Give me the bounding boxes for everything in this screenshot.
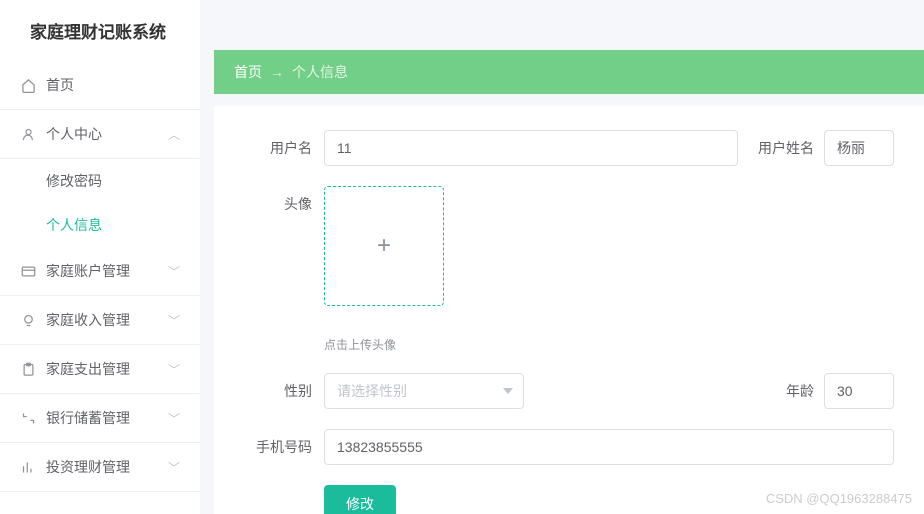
chevron-up-icon: ︿ bbox=[168, 126, 180, 143]
avatar-hint: 点击上传头像 bbox=[324, 336, 396, 353]
chevron-down-icon: ﹀ bbox=[168, 312, 180, 329]
breadcrumb-home[interactable]: 首页 bbox=[234, 62, 262, 82]
avatar-label: 头像 bbox=[244, 186, 324, 214]
watermark: CSDN @QQ1963288475 bbox=[766, 491, 912, 506]
sidebar-menu: 首页 个人中心 ︿ 修改密码 个人信息 家庭账户管理 ﹀ 家庭收入管理 ﹀ 家庭 bbox=[0, 61, 200, 514]
expand-icon bbox=[20, 410, 36, 426]
sidebar-item-label: 银行储蓄管理 bbox=[46, 408, 168, 428]
plus-icon: + bbox=[377, 232, 391, 260]
sidebar-item-income[interactable]: 家庭收入管理 ﹀ bbox=[0, 296, 200, 345]
topbar-spacer bbox=[214, 0, 924, 50]
main-content: 首页 → 个人信息 用户名 用户姓名 头像 + bbox=[200, 0, 924, 514]
chevron-down-icon: ﹀ bbox=[168, 410, 180, 427]
chevron-down-icon: ﹀ bbox=[168, 263, 180, 280]
phone-label: 手机号码 bbox=[244, 429, 324, 457]
gender-placeholder: 请选择性别 bbox=[337, 381, 407, 401]
realname-input[interactable] bbox=[824, 130, 894, 166]
row-phone: 手机号码 bbox=[244, 429, 894, 465]
realname-label: 用户姓名 bbox=[758, 138, 814, 158]
avatar-upload[interactable]: + bbox=[324, 186, 444, 306]
phone-input[interactable] bbox=[324, 429, 894, 465]
sidebar-item-accounts[interactable]: 家庭账户管理 ﹀ bbox=[0, 247, 200, 296]
sidebar: 家庭理财记账系统 首页 个人中心 ︿ 修改密码 个人信息 家庭账户管理 ﹀ 家庭… bbox=[0, 0, 200, 514]
app-title: 家庭理财记账系统 bbox=[0, 0, 200, 61]
username-input[interactable] bbox=[324, 130, 738, 166]
age-label: 年龄 bbox=[786, 381, 814, 401]
form-panel: 用户名 用户姓名 头像 + 点击上传头像 bbox=[214, 106, 924, 514]
row-username: 用户名 用户姓名 bbox=[244, 130, 894, 166]
sidebar-item-expense[interactable]: 家庭支出管理 ﹀ bbox=[0, 345, 200, 394]
chevron-down-icon: ﹀ bbox=[168, 459, 180, 476]
card-icon bbox=[20, 263, 36, 279]
sidebar-item-savings[interactable]: 银行储蓄管理 ﹀ bbox=[0, 394, 200, 443]
home-icon bbox=[20, 77, 36, 93]
breadcrumb-current: 个人信息 bbox=[292, 62, 348, 82]
gender-label: 性别 bbox=[244, 373, 324, 401]
username-label: 用户名 bbox=[244, 130, 324, 158]
sidebar-item-label: 家庭支出管理 bbox=[46, 359, 168, 379]
chevron-down-icon: ﹀ bbox=[168, 361, 180, 378]
submit-button[interactable]: 修改 bbox=[324, 485, 396, 514]
chart-icon bbox=[20, 459, 36, 475]
clipboard-icon bbox=[20, 361, 36, 377]
sidebar-item-label: 个人中心 bbox=[46, 124, 168, 144]
sidebar-item-label: 家庭收入管理 bbox=[46, 310, 168, 330]
sidebar-subitem-password[interactable]: 修改密码 bbox=[0, 159, 200, 203]
gender-select[interactable]: 请选择性别 bbox=[324, 373, 524, 409]
sidebar-item-invest[interactable]: 投资理财管理 ﹀ bbox=[0, 443, 200, 492]
sidebar-item-label: 投资理财管理 bbox=[46, 457, 168, 477]
row-gender: 性别 请选择性别 年龄 bbox=[244, 373, 894, 409]
sidebar-subitem-profile[interactable]: 个人信息 bbox=[0, 203, 200, 247]
breadcrumb-separator: → bbox=[270, 64, 284, 80]
sidebar-item-label: 首页 bbox=[46, 75, 180, 95]
user-icon bbox=[20, 126, 36, 142]
breadcrumb: 首页 → 个人信息 bbox=[214, 50, 924, 94]
bulb-icon bbox=[20, 312, 36, 328]
sidebar-item-personal[interactable]: 个人中心 ︿ bbox=[0, 110, 200, 159]
sidebar-item-label: 家庭账户管理 bbox=[46, 261, 168, 281]
row-avatar: 头像 + 点击上传头像 bbox=[244, 186, 894, 353]
age-input[interactable] bbox=[824, 373, 894, 409]
sidebar-item-home[interactable]: 首页 bbox=[0, 61, 200, 110]
